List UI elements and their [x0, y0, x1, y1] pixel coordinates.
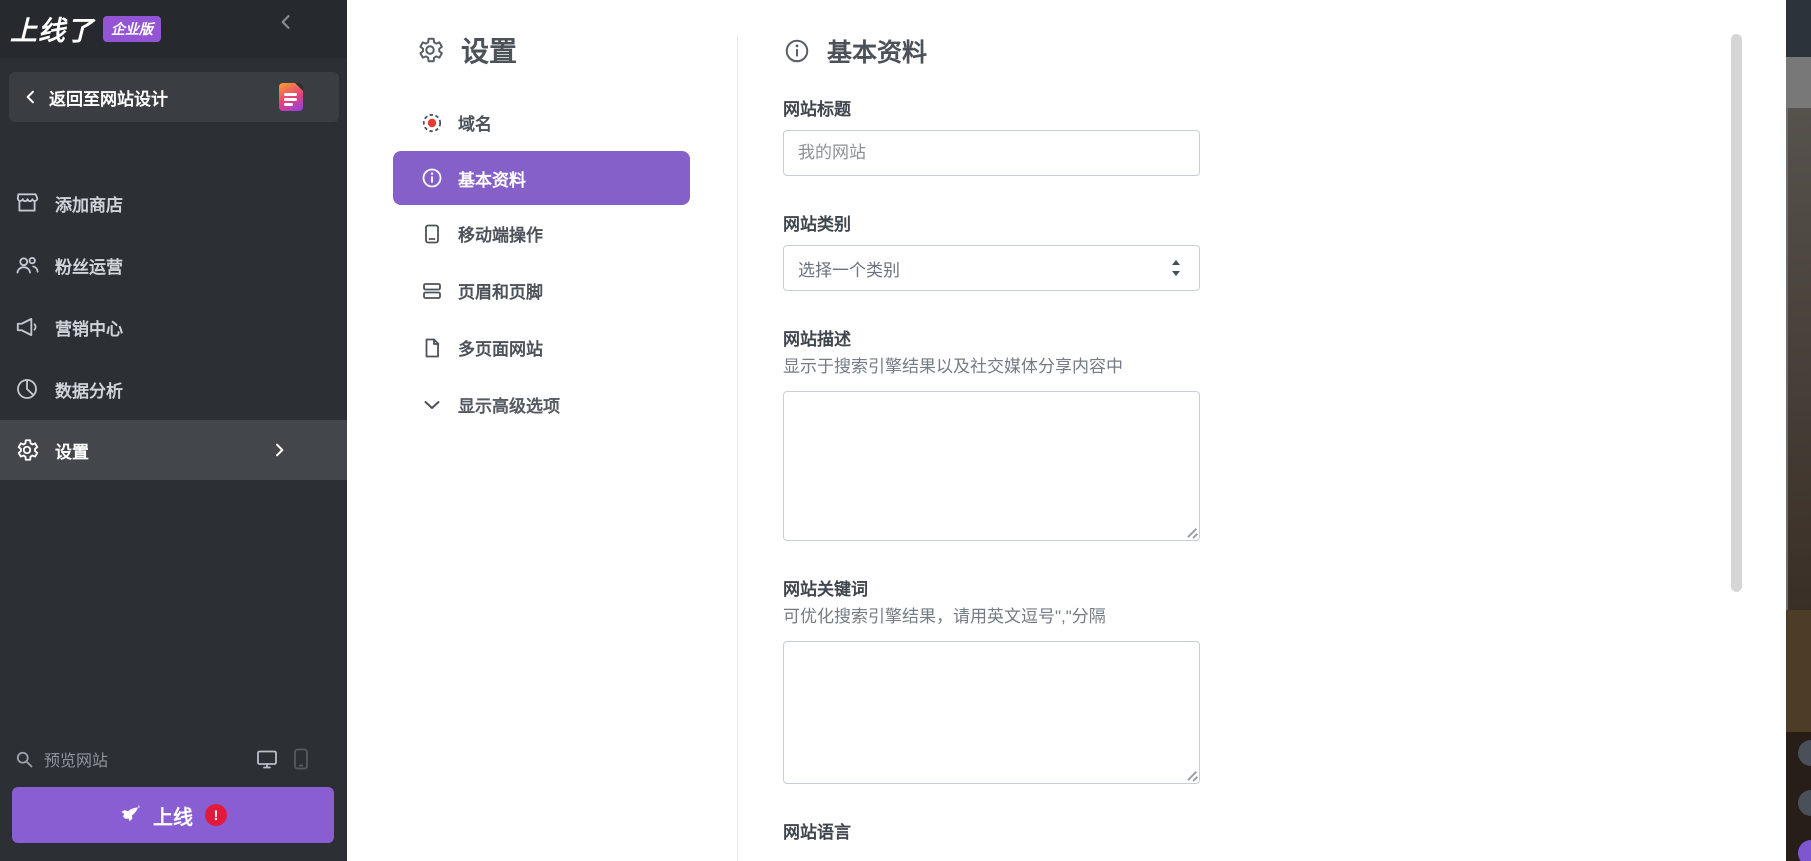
site-keywords-textarea[interactable]	[783, 641, 1200, 784]
basic-info-form: 网站标题 网站类别 选择一个类别 网站描述 显示于搜索引擎结果以及社交媒体分享内…	[783, 99, 1200, 844]
gear-icon	[415, 35, 445, 65]
megaphone-icon	[14, 314, 40, 340]
settings-item-multipage[interactable]: 多页面网站	[347, 319, 737, 376]
storefront-icon	[14, 190, 40, 216]
sidebar-item-label: 数据分析	[55, 381, 123, 401]
info-icon	[783, 37, 811, 65]
settings-menu-panel: 设置 域名 基本资料 移动端操作 页眉和页脚 多页面网站 显示高级选项	[347, 0, 737, 861]
settings-menu: 域名 基本资料 移动端操作 页眉和页脚 多页面网站 显示高级选项	[347, 94, 737, 433]
sidebar-item-label: 营销中心	[55, 319, 123, 339]
sidebar-item-analytics[interactable]: 数据分析	[0, 358, 347, 420]
settings-item-label: 多页面网站	[458, 340, 543, 359]
search-icon[interactable]	[14, 749, 34, 769]
sidebar-item-label: 添加商店	[55, 195, 123, 215]
settings-item-label: 页眉和页脚	[458, 283, 543, 302]
site-title-label: 网站标题	[783, 100, 851, 119]
basic-info-panel: 基本资料 网站标题 网站类别 选择一个类别 网站描述 显示于搜索引擎结果以及社交…	[738, 0, 1786, 861]
site-description-hint: 显示于搜索引擎结果以及社交媒体分享内容中	[783, 357, 1123, 376]
sidebar-item-label: 设置	[55, 442, 89, 462]
back-label: 返回至网站设计	[49, 89, 168, 109]
publish-alert-badge: !	[205, 804, 227, 826]
main-sidebar: 上线了 企业版 返回至网站设计 添加商店 粉丝运营 营销中心 数据分析 设置 预…	[0, 0, 347, 861]
desktop-preview-icon[interactable]	[255, 747, 279, 771]
settings-item-label: 基本资料	[458, 170, 526, 190]
publish-button[interactable]: 上线 !	[12, 787, 334, 843]
pie-chart-icon	[14, 376, 40, 402]
back-to-site-design-button[interactable]: 返回至网站设计	[9, 72, 339, 122]
settings-item-header-footer[interactable]: 页眉和页脚	[347, 262, 737, 319]
site-description-textarea[interactable]	[783, 391, 1200, 541]
sidebar-nav: 添加商店 粉丝运营 营销中心 数据分析 设置	[0, 172, 347, 480]
sidebar-item-marketing[interactable]: 营销中心	[0, 296, 347, 358]
sidebar-item-add-store[interactable]: 添加商店	[0, 172, 347, 234]
publish-label: 上线	[153, 806, 193, 829]
domain-record-icon	[420, 111, 444, 135]
site-description-label: 网站描述	[783, 330, 851, 349]
info-icon	[420, 166, 444, 190]
sidebar-item-settings[interactable]: 设置	[0, 420, 347, 480]
preview-site-row: 预览网站	[14, 744, 333, 774]
sidebar-item-label: 粉丝运营	[55, 257, 123, 277]
settings-panel-title: 设置	[461, 36, 518, 67]
plan-badge: 企业版	[103, 15, 161, 42]
site-category-label: 网站类别	[783, 215, 851, 234]
site-category-select[interactable]: 选择一个类别	[783, 245, 1200, 291]
settings-item-label: 移动端操作	[458, 226, 543, 245]
site-title-input[interactable]	[783, 130, 1200, 176]
chevron-left-icon	[23, 89, 39, 105]
mobile-preview-icon[interactable]	[293, 748, 309, 770]
preview-site-label[interactable]: 预览网站	[44, 747, 255, 771]
settings-item-label: 域名	[458, 115, 492, 134]
settings-item-mobile[interactable]: 移动端操作	[347, 205, 737, 262]
scrollbar-thumb[interactable]	[1731, 34, 1742, 592]
chevron-right-icon	[271, 442, 287, 458]
header-footer-icon	[420, 279, 444, 303]
sidebar-item-fans[interactable]: 粉丝运营	[0, 234, 347, 296]
app-logo: 上线了	[10, 16, 94, 46]
collapse-sidebar-icon[interactable]	[276, 12, 296, 32]
fans-people-icon	[14, 252, 40, 278]
settings-item-domain[interactable]: 域名	[347, 94, 737, 151]
rocket-icon	[119, 804, 141, 826]
gear-icon	[14, 437, 40, 463]
site-keywords-label: 网站关键词	[783, 580, 868, 599]
page-title: 基本资料	[827, 39, 928, 67]
site-design-doc-icon	[279, 83, 303, 111]
settings-item-advanced-options[interactable]: 显示高级选项	[347, 376, 737, 433]
mobile-device-icon	[420, 222, 444, 246]
settings-item-basic-info[interactable]: 基本资料	[393, 151, 690, 205]
site-category-selected-value: 选择一个类别	[798, 260, 900, 280]
select-updown-icon	[1167, 257, 1185, 279]
site-language-label: 网站语言	[783, 823, 851, 842]
page-icon	[420, 336, 444, 360]
settings-item-label: 显示高级选项	[458, 397, 560, 416]
chevron-down-icon	[420, 393, 444, 417]
site-keywords-hint: 可优化搜索引擎结果，请用英文逗号","分隔	[783, 607, 1106, 626]
adjacent-window-sliver	[1786, 0, 1811, 861]
